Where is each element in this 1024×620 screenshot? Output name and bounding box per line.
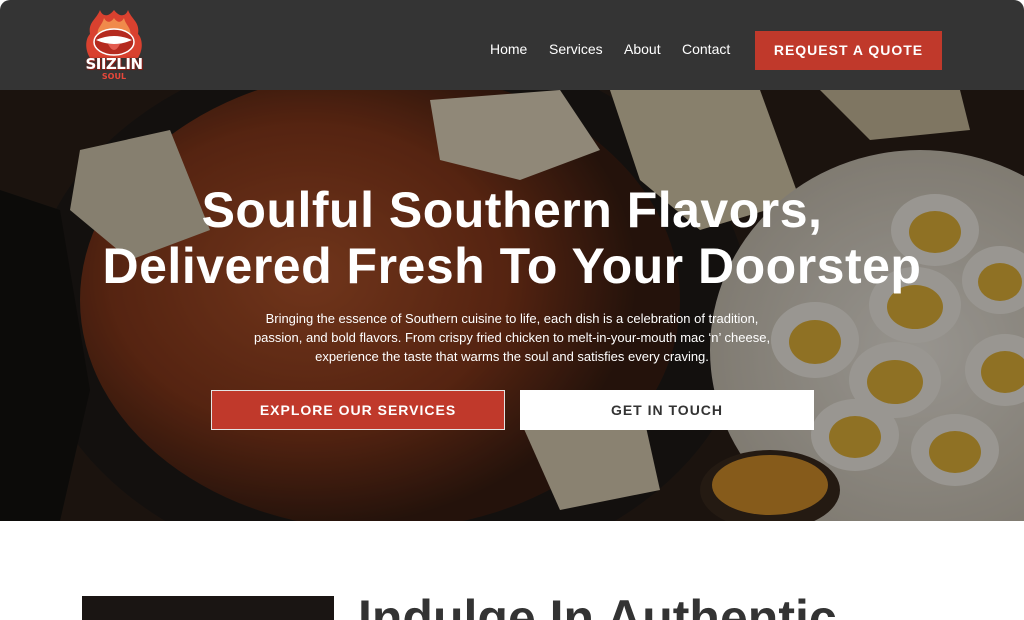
hero-section: Soulful Southern Flavors, Delivered Fres… xyxy=(0,90,1024,521)
request-quote-button[interactable]: REQUEST A QUOTE xyxy=(755,31,942,70)
hero-text-line-1: Bringing the essence of Southern cuisine… xyxy=(265,311,759,326)
get-in-touch-button[interactable]: GET IN TOUCH xyxy=(520,390,814,430)
hero-title-line-1: Soulful Southern Flavors, xyxy=(201,182,823,238)
site-header: SIIZLIN SOUL Home Services About Contact… xyxy=(0,0,1024,90)
logo-wordmark: SIIZLIN xyxy=(85,55,143,73)
nav-about-link[interactable]: About xyxy=(624,41,661,57)
nav-home-link[interactable]: Home xyxy=(490,41,527,57)
section-title: Indulge In Authentic xyxy=(358,590,837,620)
page: SIIZLIN SOUL Home Services About Contact… xyxy=(0,0,1024,620)
explore-services-button[interactable]: EXPLORE OUR SERVICES xyxy=(211,390,505,430)
logo-subtext: SOUL xyxy=(101,72,127,81)
nav-services-link[interactable]: Services xyxy=(549,41,603,57)
hero-overlay xyxy=(0,90,1024,521)
section-image xyxy=(82,596,334,620)
hero-title-line-2: Delivered Fresh To Your Doorstep xyxy=(102,238,922,294)
hero-text-line-2: passion, and bold flavors. From crispy f… xyxy=(253,330,771,345)
hero-text-line-3: experience the taste that warms the soul… xyxy=(315,349,709,364)
hero-title: Soulful Southern Flavors, Delivered Fres… xyxy=(0,182,1024,294)
brand-logo[interactable]: SIIZLIN SOUL xyxy=(82,8,146,84)
nav-contact-link[interactable]: Contact xyxy=(682,41,730,57)
hero-description: Bringing the essence of Southern cuisine… xyxy=(232,309,792,366)
